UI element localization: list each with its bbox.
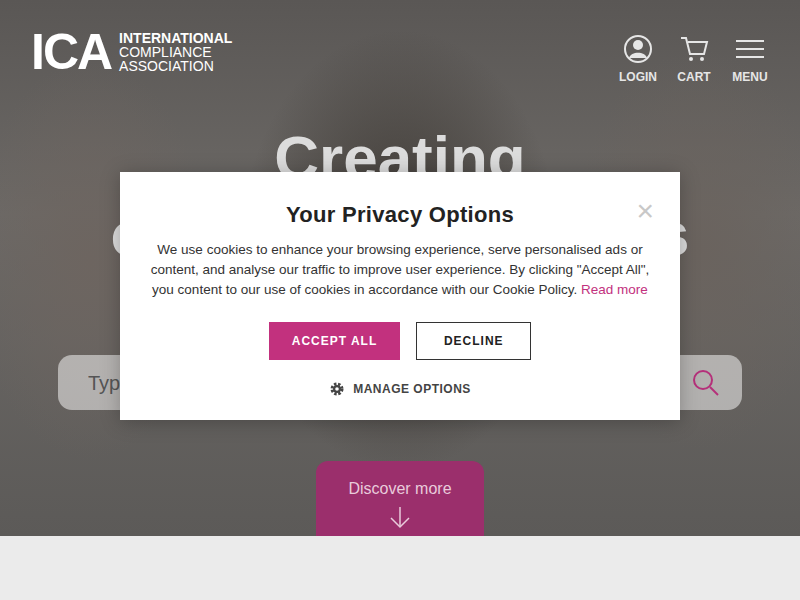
decline-button[interactable]: DECLINE [416, 322, 531, 360]
dialog-title: Your Privacy Options [146, 202, 654, 228]
nav-item[interactable]: CART [674, 34, 714, 86]
logo-line: INTERNATIONAL [119, 31, 232, 45]
manage-label: MANAGE OPTIONS [353, 380, 471, 398]
header-nav: LOGIN CART MENU [618, 30, 770, 86]
hamburger-icon [735, 34, 765, 64]
cart-icon [679, 34, 709, 64]
nav-label: CART [677, 70, 710, 84]
cookie-dialog: ×Your Privacy Options We use cookies to e… [120, 172, 680, 420]
accept-all-button[interactable]: ACCEPT ALL [269, 322, 401, 360]
logo-mark: ICA [31, 30, 111, 74]
dialog-buttons: ACCEPT ALL DECLINE [146, 322, 654, 360]
discover-more-button[interactable]: Discover more [316, 461, 484, 536]
logo-line: ASSOCIATION [119, 59, 232, 73]
search-icon [692, 369, 720, 397]
dialog-text: We use cookies to enhance your browsing … [146, 240, 654, 300]
close-button[interactable]: × [636, 196, 654, 226]
discover-label: Discover more [316, 477, 484, 501]
nav-label: MENU [732, 70, 767, 84]
logo[interactable]: ICAINTERNATIONALCOMPLIANCEASSOCIATION [31, 30, 232, 74]
logo-text: INTERNATIONALCOMPLIANCEASSOCIATION [119, 31, 232, 73]
nav-item[interactable]: MENU [730, 34, 770, 86]
site-header: ICAINTERNATIONALCOMPLIANCEASSOCIATIONLOG… [0, 0, 800, 90]
nav-label: LOGIN [619, 70, 657, 84]
gear-icon [329, 381, 345, 397]
user-icon [623, 34, 653, 64]
dialog-body: We use cookies to enhance your browsing … [151, 242, 650, 297]
read-more-link[interactable]: Read more [581, 282, 648, 297]
manage-options-button[interactable]: MANAGE OPTIONS [146, 380, 654, 398]
arrow-down-icon [388, 505, 412, 531]
logo-line: COMPLIANCE [119, 45, 232, 59]
nav-item[interactable]: LOGIN [618, 34, 658, 86]
